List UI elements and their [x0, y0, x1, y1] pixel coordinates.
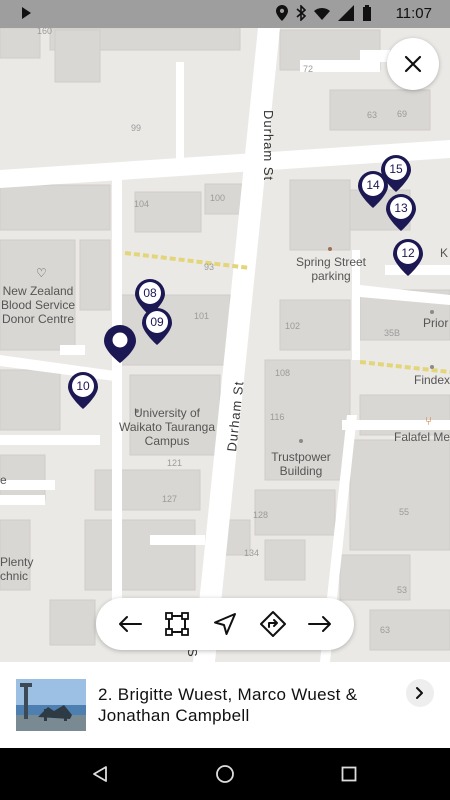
status-bar: 11:07	[0, 0, 450, 28]
svg-text:Blood Service: Blood Service	[1, 298, 75, 312]
svg-text:Campus: Campus	[145, 434, 190, 448]
crop-frame-icon	[165, 612, 190, 636]
svg-text:Falafel Me: Falafel Me	[394, 430, 450, 444]
svg-text:10: 10	[76, 379, 90, 393]
svg-text:parking: parking	[311, 269, 350, 283]
svg-text:14: 14	[366, 178, 380, 192]
building-number: 93	[204, 262, 214, 272]
play-icon	[22, 7, 31, 19]
svg-text:chnic: chnic	[0, 569, 28, 583]
map-toolbar	[96, 598, 354, 650]
signal-icon	[314, 7, 330, 21]
svg-text:Waikato Tauranga: Waikato Tauranga	[119, 420, 215, 434]
location-icon	[276, 5, 288, 21]
building-number: 63	[367, 110, 377, 120]
svg-text:Prior: Prior	[423, 316, 448, 330]
building-number: 69	[397, 109, 407, 119]
street-label-durham-upper: Durham St	[261, 110, 276, 181]
svg-text:Plenty: Plenty	[0, 555, 33, 569]
building-number: 35B	[384, 328, 400, 338]
building-number: 63	[380, 625, 390, 635]
svg-text:Spring Street: Spring Street	[296, 255, 367, 269]
back-triangle-icon	[93, 766, 107, 782]
close-button[interactable]	[387, 38, 439, 90]
previous-button[interactable]	[110, 604, 150, 644]
directions-button[interactable]	[253, 604, 293, 644]
building-number: 127	[162, 494, 177, 504]
building-number: 99	[131, 123, 141, 133]
svg-text:Donor Centre: Donor Centre	[2, 312, 74, 326]
building-number: 160	[37, 28, 52, 36]
building-number: 55	[399, 507, 409, 517]
building-number: 116	[270, 412, 284, 422]
building-number: 72	[303, 64, 313, 74]
locate-button[interactable]	[205, 604, 245, 644]
restaurant-icon: ⑂	[425, 414, 432, 428]
home-circle-icon	[216, 765, 234, 783]
item-thumbnail[interactable]	[16, 679, 86, 731]
svg-text:New Zealand: New Zealand	[3, 284, 74, 298]
selected-item-panel[interactable]: 2. Brigitte Wuest, Marco Wuest & Jonatha…	[0, 662, 450, 748]
recents-square-icon	[341, 766, 357, 782]
next-button[interactable]	[300, 604, 340, 644]
system-nav-bar	[0, 748, 450, 800]
recents-button[interactable]	[337, 762, 361, 786]
status-time: 11:07	[395, 5, 432, 22]
building-number: 101	[194, 311, 209, 321]
item-title[interactable]: 2. Brigitte Wuest, Marco Wuest & Jonatha…	[98, 684, 398, 726]
cell-signal-icon	[338, 5, 354, 21]
map-pin-10[interactable]: 10	[68, 372, 98, 409]
building-number: 100	[210, 193, 225, 203]
building-number: 53	[397, 585, 407, 595]
svg-text:15: 15	[389, 162, 403, 176]
svg-text:K: K	[440, 246, 448, 260]
building-number: 104	[134, 199, 149, 209]
building-number: 134	[244, 548, 259, 558]
home-button[interactable]	[213, 762, 237, 786]
bluetooth-icon	[296, 5, 306, 21]
medical-icon: ♡	[36, 266, 47, 280]
directions-icon	[259, 611, 286, 637]
svg-text:University of: University of	[134, 406, 201, 420]
lane-marking	[124, 251, 251, 270]
svg-text:Trustpower: Trustpower	[271, 450, 331, 464]
close-icon	[404, 55, 422, 73]
navigation-icon	[213, 613, 236, 635]
building-number: 108	[275, 368, 290, 378]
arrow-left-icon	[118, 616, 142, 632]
building-number: 128	[253, 510, 268, 520]
svg-text:12: 12	[401, 246, 415, 260]
back-button[interactable]	[88, 762, 112, 786]
chevron-right-icon	[416, 687, 423, 699]
arrow-right-icon	[308, 616, 332, 632]
svg-text:13: 13	[394, 201, 408, 215]
building-number: 121	[167, 458, 182, 468]
battery-icon	[363, 5, 371, 21]
map[interactable]: 65 160 72 99 69 63 104 100 93 101 102 35…	[0, 28, 450, 662]
svg-text:e: e	[0, 473, 7, 487]
building-number: 102	[285, 321, 300, 331]
svg-text:08: 08	[143, 286, 157, 300]
lane-marking	[359, 360, 450, 374]
svg-text:Building: Building	[280, 464, 323, 478]
extent-button[interactable]	[157, 604, 197, 644]
svg-text:Findex: Findex	[414, 373, 450, 387]
open-details-button[interactable]	[406, 679, 434, 707]
svg-text:09: 09	[150, 315, 164, 329]
